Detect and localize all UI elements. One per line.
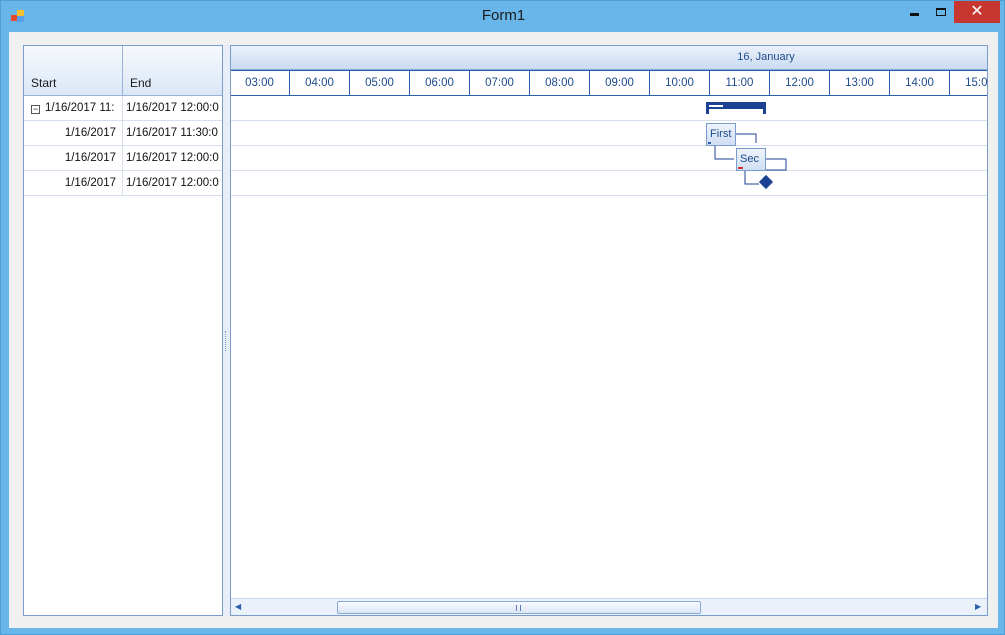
dependency-line (766, 158, 787, 171)
maximize-button[interactable] (927, 1, 954, 23)
end-cell[interactable]: 1/16/2017 12:00:0 (123, 96, 222, 120)
tree-row-summary[interactable]: −1/16/2017 11: 1/16/2017 12:00:0 (24, 96, 222, 121)
task-bar-sec[interactable]: Sec (736, 148, 766, 171)
horizontal-scrollbar[interactable]: ◀ ▶ (231, 598, 987, 615)
start-cell[interactable]: 1/16/2017 (24, 146, 123, 170)
task-progress-icon (708, 142, 711, 144)
tree-row[interactable]: 1/16/2017 1/16/2017 12:00:0 (24, 146, 222, 171)
gantt-chart[interactable]: 16, January 03:00 04:00 05:00 06:00 07:0… (230, 45, 988, 616)
start-cell[interactable]: 1/16/2017 (24, 171, 123, 195)
tree-row[interactable]: 1/16/2017 1/16/2017 11:30:0 (24, 121, 222, 146)
end-cell[interactable]: 1/16/2017 12:00:0 (123, 171, 222, 195)
dependency-connectors (714, 133, 787, 185)
splitter-grip-icon (225, 331, 227, 351)
collapse-icon[interactable]: − (31, 105, 40, 114)
maximize-icon (935, 8, 946, 16)
start-value: 1/16/2017 11: (45, 102, 115, 114)
minimize-icon (909, 12, 919, 16)
dependency-line (714, 146, 734, 160)
panel-splitter[interactable] (223, 45, 230, 616)
task-bar-first[interactable]: First (706, 123, 736, 146)
task-progress-icon (738, 167, 743, 169)
column-header-start[interactable]: Start (24, 46, 123, 96)
column-header-end[interactable]: End (123, 46, 222, 96)
scrollbar-thumb[interactable] (337, 601, 701, 614)
tree-row[interactable]: 1/16/2017 1/16/2017 12:00:0 (24, 171, 222, 196)
minimize-button[interactable] (901, 1, 927, 23)
client-area: Start End −1/16/2017 11: 1/16/2017 12:00… (9, 32, 998, 628)
end-cell[interactable]: 1/16/2017 11:30:0 (123, 121, 222, 145)
close-button[interactable]: ✕ (954, 1, 1000, 23)
dependency-line (736, 133, 757, 143)
scroll-left-icon[interactable]: ◀ (235, 602, 243, 612)
window-title: Form1 (481, 7, 526, 24)
thumb-grip-icon (516, 605, 521, 611)
task-label: First (710, 128, 732, 140)
main-window: Form1 ✕ Start End −1/16/2017 11: 1/16/20… (0, 0, 1005, 635)
task-tree-list[interactable]: Start End −1/16/2017 11: 1/16/2017 12:00… (23, 45, 223, 616)
dependency-line (744, 171, 759, 185)
end-cell[interactable]: 1/16/2017 12:00:0 (123, 146, 222, 170)
start-cell[interactable]: 1/16/2017 (24, 121, 123, 145)
tree-header: Start End (24, 46, 222, 96)
task-label: Sec (740, 153, 759, 165)
start-cell[interactable]: −1/16/2017 11: (24, 96, 123, 120)
close-icon: ✕ (970, 3, 984, 20)
scroll-right-icon[interactable]: ▶ (975, 602, 983, 612)
title-bar[interactable]: Form1 ✕ (1, 1, 1005, 32)
